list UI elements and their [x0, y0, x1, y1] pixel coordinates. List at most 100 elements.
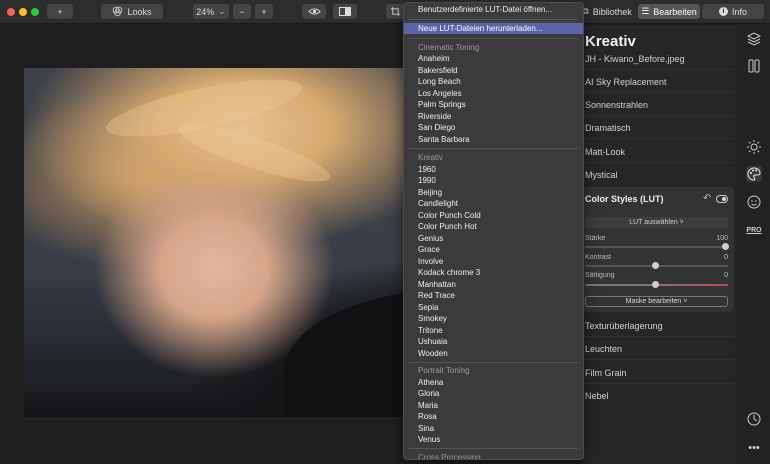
menu-item-lut[interactable]: Beijing: [404, 187, 583, 198]
tab-info[interactable]: i Info: [702, 4, 764, 19]
strength-slider[interactable]: [585, 246, 728, 248]
menu-group-heading: Cross Processing: [418, 453, 481, 460]
panel-item-glow[interactable]: Leuchten: [585, 338, 735, 360]
zoom-out-button[interactable]: −: [233, 4, 251, 19]
menu-item-lut[interactable]: Smokey: [404, 313, 583, 324]
eye-icon: [307, 8, 321, 15]
split-view-icon: [339, 7, 351, 16]
menu-item-lut[interactable]: Ushuaia: [404, 336, 583, 347]
menu-item-lut[interactable]: 1960: [404, 164, 583, 175]
looks-button[interactable]: Looks: [101, 4, 163, 19]
menu-item-lut[interactable]: Anaheim: [404, 53, 583, 64]
menu-item-lut[interactable]: Rosa: [404, 411, 583, 422]
color-styles-box: [579, 187, 734, 312]
toolbar: + Looks 24% ⌄ − + ⧉ Bibliothek ☰ Bearbei…: [0, 0, 770, 24]
menu-item-lut[interactable]: Athena: [404, 377, 583, 388]
menu-item-lut[interactable]: Riverside: [404, 111, 583, 122]
panel-item-film-grain[interactable]: Film Grain: [585, 362, 735, 384]
panel-item-dramatic[interactable]: Dramatisch: [585, 117, 735, 139]
chevron-down-icon: ⌄: [218, 6, 226, 16]
pro-icon[interactable]: PRO: [746, 222, 762, 238]
zoom-level-label: 24%: [196, 6, 215, 17]
panel-item-fog[interactable]: Nebel: [585, 385, 735, 407]
menu-item-lut[interactable]: Gloria: [404, 388, 583, 399]
add-button[interactable]: +: [47, 4, 73, 19]
sliders-icon: ☰: [641, 6, 650, 16]
menu-separator: [409, 19, 578, 20]
visibility-toggle[interactable]: [716, 195, 728, 203]
menu-item-lut[interactable]: Kodack chrome 3: [404, 267, 583, 278]
tab-label: Info: [731, 6, 747, 17]
looks-icon: [113, 6, 123, 17]
contrast-slider-handle[interactable]: [652, 262, 659, 269]
menu-item-lut[interactable]: Tritone: [404, 325, 583, 336]
menu-separator: [409, 38, 578, 39]
tab-label: Bearbeiten: [653, 6, 697, 17]
lut-dropdown-menu: Benutzerdefinierte LUT-Datei öffnen... N…: [403, 2, 584, 460]
strength-slider-handle[interactable]: [722, 243, 729, 250]
more-icon[interactable]: •••: [746, 440, 762, 456]
menu-item-lut[interactable]: Red Trace: [404, 290, 583, 301]
panel-item-texture-overlay[interactable]: Texturüberlagerung: [585, 315, 735, 337]
menu-item-lut[interactable]: Santa Barbara: [404, 134, 583, 145]
minus-icon: −: [239, 6, 245, 17]
preview-toggle-button[interactable]: [302, 4, 326, 19]
tab-library[interactable]: ⧉ Bibliothek: [578, 4, 636, 19]
transform-icon[interactable]: [746, 58, 762, 74]
compare-button[interactable]: [333, 4, 357, 19]
minimize-window-button[interactable]: [19, 8, 27, 16]
menu-item-lut[interactable]: Long Beach: [404, 76, 583, 87]
menu-item-lut[interactable]: Sina: [404, 423, 583, 434]
menu-separator: [409, 148, 578, 149]
menu-item-lut[interactable]: Maria: [404, 400, 583, 411]
menu-item-lut[interactable]: Candlelight: [404, 198, 583, 209]
info-icon: i: [718, 7, 728, 16]
menu-group-heading: Kreativ: [418, 153, 443, 162]
menu-item-download-luts[interactable]: Neue LUT-Dateien herunterladen...: [404, 23, 583, 34]
saturation-slider-handle[interactable]: [652, 281, 659, 288]
face-icon[interactable]: [746, 194, 762, 210]
panel-item-sunrays[interactable]: Sonnenstrahlen: [585, 94, 735, 116]
edit-mask-button[interactable]: Maske bearbeiten ˅: [585, 296, 728, 307]
zoom-in-button[interactable]: +: [255, 4, 273, 19]
undo-icon[interactable]: ↶: [703, 193, 711, 204]
menu-item-lut[interactable]: Involve: [404, 256, 583, 267]
panel-item-ai-sky[interactable]: AI Sky Replacement: [585, 71, 735, 93]
saturation-value: 0: [724, 272, 728, 279]
tab-edit[interactable]: ☰ Bearbeiten: [638, 4, 700, 19]
history-icon[interactable]: [746, 411, 762, 427]
menu-item-lut[interactable]: San Diego: [404, 122, 583, 133]
menu-item-lut[interactable]: Bakersfield: [404, 65, 583, 76]
contrast-label: Kontrast: [585, 254, 612, 261]
menu-separator: [409, 448, 578, 449]
zoom-window-button[interactable]: [31, 8, 39, 16]
menu-item-open-custom-lut[interactable]: Benutzerdefinierte LUT-Datei öffnen...: [404, 4, 583, 15]
sun-icon[interactable]: [746, 139, 762, 155]
crop-button[interactable]: [386, 4, 404, 19]
zoom-level-select[interactable]: 24% ⌄: [193, 4, 229, 19]
menu-item-lut[interactable]: Manhattan: [404, 279, 583, 290]
palette-icon[interactable]: [746, 166, 762, 182]
saturation-label: Sättigung: [585, 272, 615, 279]
menu-group-heading: Cinematic Toning: [418, 43, 480, 52]
panel-item-matte[interactable]: Matt-Look: [585, 141, 735, 163]
tab-label: Bibliothek: [592, 6, 632, 17]
layers-icon[interactable]: [746, 31, 762, 47]
menu-item-lut[interactable]: Color Punch Hot: [404, 221, 583, 232]
menu-item-lut[interactable]: Grace: [404, 244, 583, 255]
panel-item-current-file[interactable]: JH - Kiwano_Before.jpeg: [585, 48, 735, 70]
menu-item-lut[interactable]: Palm Springs: [404, 99, 583, 110]
menu-item-lut[interactable]: 1990: [404, 175, 583, 186]
menu-item-lut[interactable]: Venus: [404, 434, 583, 445]
menu-item-lut[interactable]: Los Angeles: [404, 88, 583, 99]
menu-item-lut[interactable]: Sepia: [404, 302, 583, 313]
looks-label: Looks: [127, 6, 152, 17]
menu-group-heading: Portrait Toning: [418, 366, 470, 375]
hair-highlight: [173, 114, 335, 192]
menu-item-lut[interactable]: Wooden: [404, 348, 583, 359]
lut-select-dropdown[interactable]: LUT auswählen ˅: [585, 217, 728, 228]
menu-item-lut[interactable]: Genius: [404, 233, 583, 244]
panel-item-mystical[interactable]: Mystical: [585, 164, 735, 186]
menu-item-lut[interactable]: Color Punch Cold: [404, 210, 583, 221]
close-window-button[interactable]: [7, 8, 15, 16]
